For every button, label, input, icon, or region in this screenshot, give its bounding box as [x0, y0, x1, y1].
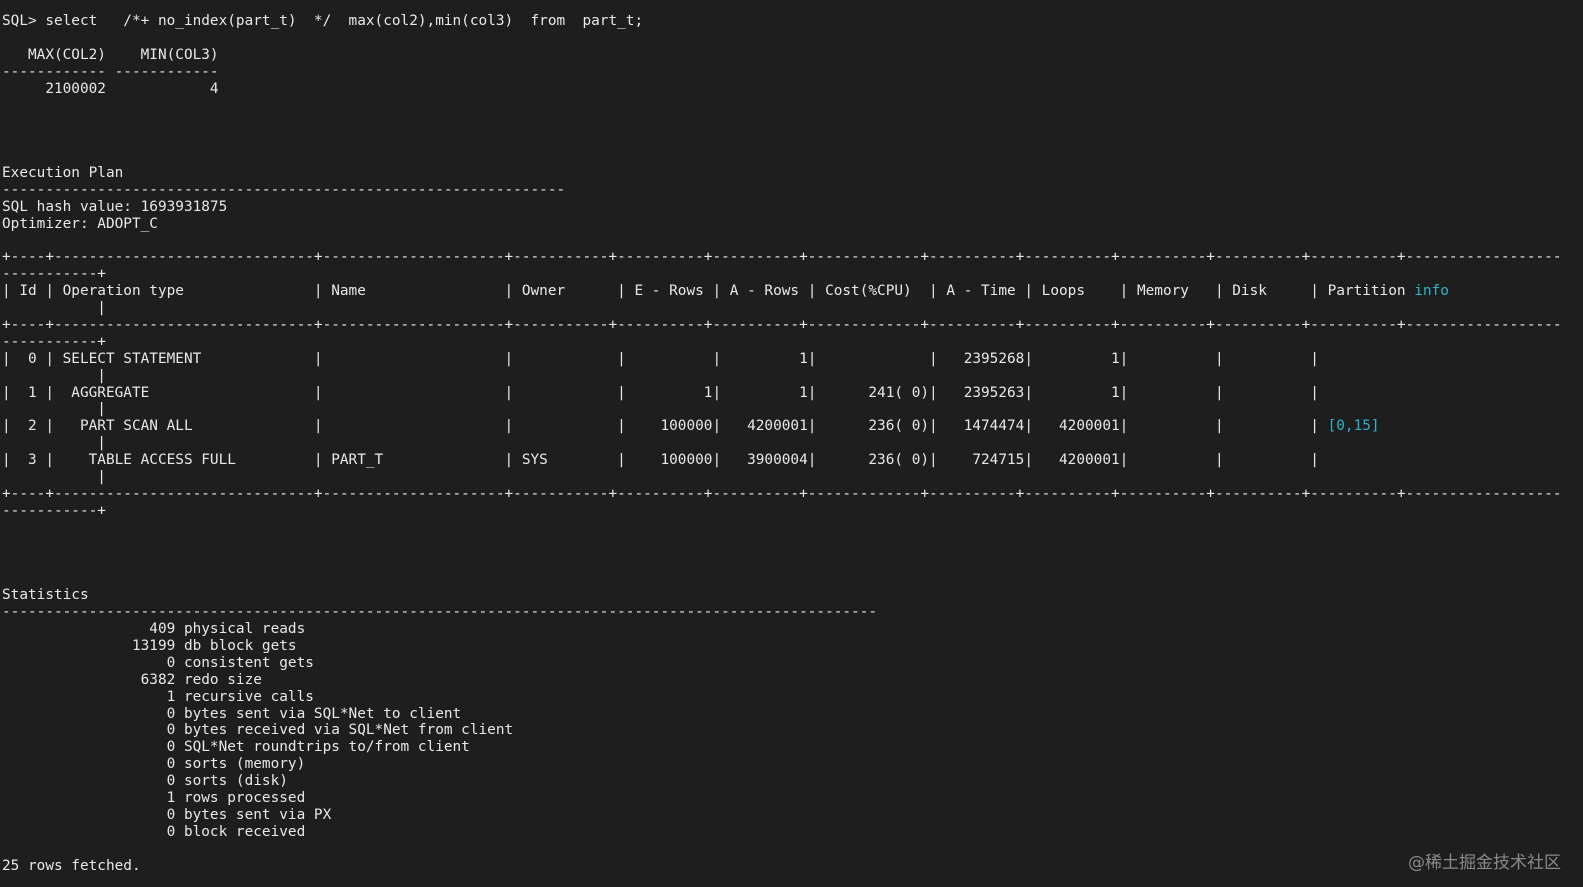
terminal-line: | [2, 401, 106, 418]
terminal-line: +----+------------------------------+---… [2, 249, 1562, 266]
terminal-line: MAX(COL2) MIN(COL3) [2, 46, 219, 63]
terminal-line: 0 sorts (disk) [2, 773, 288, 790]
terminal-line: | Id | Operation type | Name | Owner | E… [2, 283, 1562, 300]
terminal-line: 1 recursive calls [2, 688, 314, 705]
terminal-line: 25 rows fetched. [2, 857, 141, 874]
terminal-line: | [2, 367, 106, 384]
terminal-line: 13199 db block gets [2, 637, 297, 654]
line-text: | Id | Operation type | Name | Owner | E… [2, 283, 1415, 300]
terminal-line: -----------+ [2, 333, 106, 350]
terminal-line: 0 bytes received via SQL*Net from client [2, 722, 514, 739]
line-text: | 2 | PART SCAN ALL | | | 100000| 420000… [2, 418, 1328, 435]
terminal-line: 6382 redo size [2, 671, 262, 688]
watermark: @稀土掘金技术社区 [1408, 853, 1561, 873]
terminal-output: SQL> select /*+ no_index(part_t) */ max(… [2, 13, 1562, 874]
highlighted-token: info [1414, 283, 1449, 300]
terminal-line: | 2 | PART SCAN ALL | | | 100000| 420000… [2, 418, 1562, 435]
terminal-line: ------------ ------------ [2, 63, 219, 80]
terminal-line: 0 block received [2, 823, 306, 840]
terminal-line: 2100002 4 [2, 80, 219, 97]
terminal-line: SQL hash value: 1693931875 [2, 198, 228, 215]
terminal-line: 0 consistent gets [2, 654, 314, 671]
terminal-line: | [2, 300, 106, 317]
terminal-line: | [2, 435, 106, 452]
terminal-line: +----+------------------------------+---… [2, 317, 1562, 334]
terminal-line: 0 sorts (memory) [2, 756, 306, 773]
terminal-line: -----------+ [2, 502, 106, 519]
terminal-line: 409 physical reads [2, 621, 306, 638]
terminal-line: 0 bytes sent via SQL*Net to client [2, 705, 462, 722]
terminal-line: +----+------------------------------+---… [2, 485, 1562, 502]
terminal-line: ----------------------------------------… [2, 604, 878, 621]
terminal-line: | 3 | TABLE ACCESS FULL | PART_T | SYS |… [2, 452, 1319, 469]
terminal-line: 1 rows processed [2, 789, 306, 806]
terminal-line: -----------+ [2, 266, 106, 283]
terminal-line: Optimizer: ADOPT_C [2, 215, 158, 232]
terminal-line: Execution Plan [2, 165, 124, 182]
terminal-line: 0 bytes sent via PX [2, 806, 332, 823]
terminal-line: | 0 | SELECT STATEMENT | | | | 1| | 2395… [2, 350, 1319, 367]
terminal-line: Statistics [2, 587, 89, 604]
terminal-line: 0 SQL*Net roundtrips to/from client [2, 739, 470, 756]
terminal-line: | 1 | AGGREGATE | | | 1| 1| 241( 0)| 239… [2, 384, 1319, 401]
terminal-line: | [2, 469, 106, 486]
terminal-line: ----------------------------------------… [2, 181, 566, 198]
terminal-line: SQL> select /*+ no_index(part_t) */ max(… [2, 13, 644, 29]
highlighted-token: [0,15] [1327, 418, 1380, 435]
